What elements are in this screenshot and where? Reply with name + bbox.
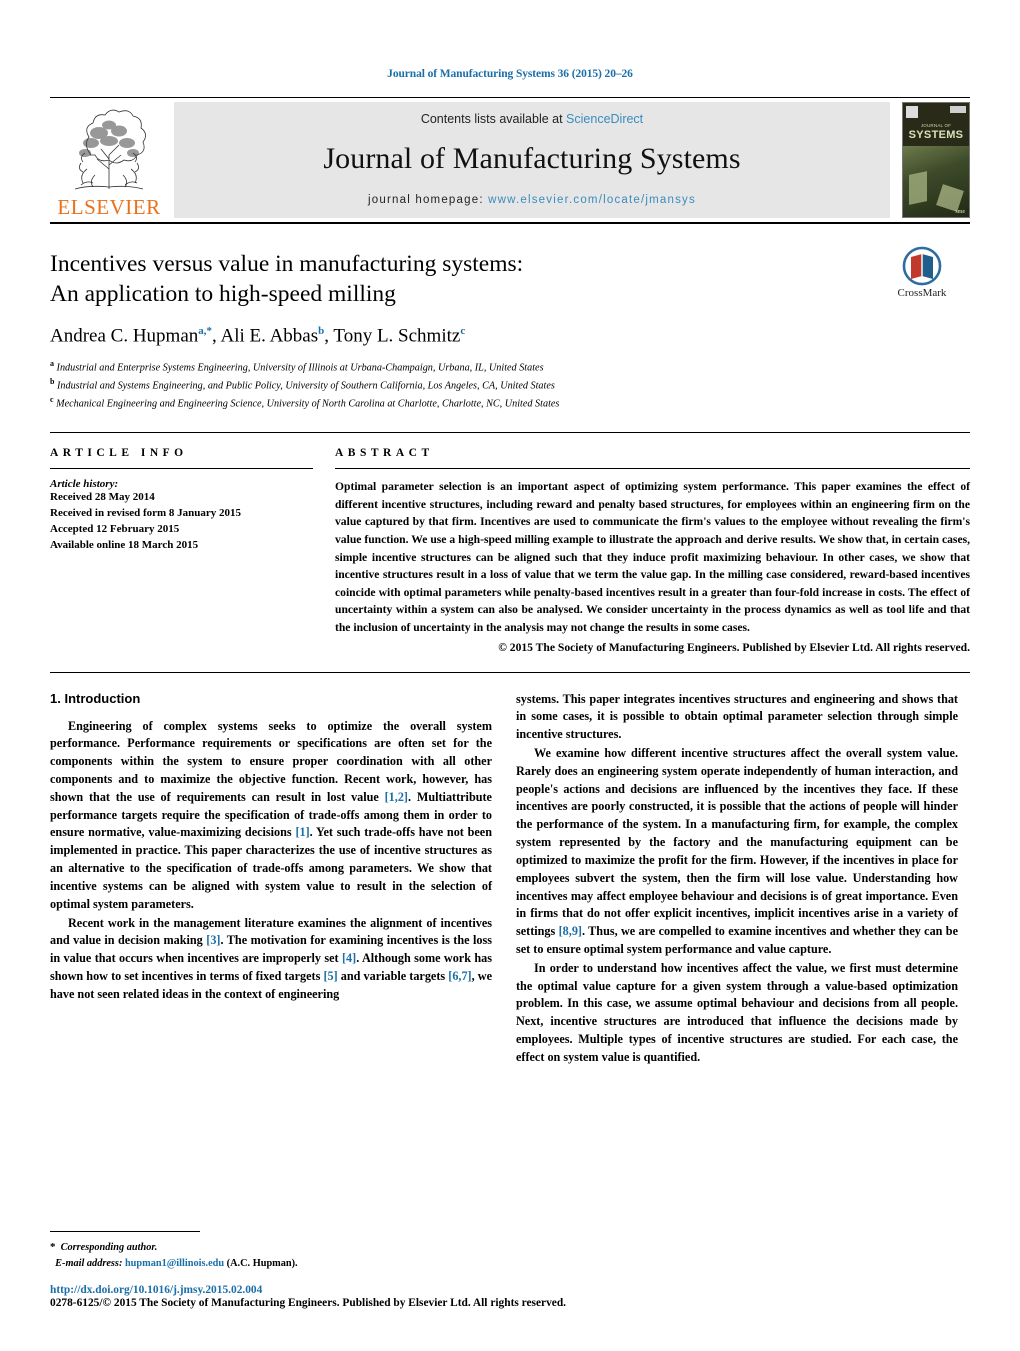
journal-masthead: ELSEVIER Contents lists available at Sci… [50, 98, 970, 222]
paragraph: Recent work in the management literature… [50, 915, 492, 1001]
info-abstract-row: ARTICLE INFO Article history: Received 2… [50, 433, 970, 654]
doi-link[interactable]: http://dx.doi.org/10.1016/j.jmsy.2015.02… [50, 1284, 950, 1296]
journal-homepage-line: journal homepage: www.elsevier.com/locat… [368, 194, 696, 206]
masthead-center: Contents lists available at ScienceDirec… [174, 102, 890, 218]
author-list: Andrea C. Hupmana,*, Ali E. Abbasb, Tony… [50, 325, 466, 347]
abstract-heading: ABSTRACT [335, 447, 434, 460]
author-name[interactable]: Andrea C. Hupman [50, 325, 198, 346]
cover-line1: JOURNAL OF [920, 123, 952, 128]
body-column-left: 1. Introduction Engineering of complex s… [50, 691, 492, 1068]
article-info-rule [50, 468, 313, 470]
affiliation-list: a Industrial and Enterprise Systems Engi… [50, 358, 970, 412]
citation-ref[interactable]: [1,2] [385, 790, 408, 804]
article-info-column: ARTICLE INFO Article history: Received 2… [50, 447, 335, 653]
journal-title: Journal of Manufacturing Systems [323, 142, 741, 175]
article-info-heading: ARTICLE INFO [50, 447, 188, 460]
email-link[interactable]: hupman1@illinois.edu [125, 1258, 224, 1269]
citation-ref[interactable]: [1] [295, 825, 309, 839]
paragraph: systems. This paper integrates incentive… [516, 691, 958, 742]
email-suffix: (A.C. Hupman). [224, 1257, 298, 1269]
page-title: Incentives versus value in manufacturing… [50, 249, 710, 309]
affiliation-item: b Industrial and Systems Engineering, an… [50, 376, 970, 394]
author-affil-marker[interactable]: a,* [198, 325, 212, 337]
abstract-column: ABSTRACT Optimal parameter selection is … [335, 447, 970, 654]
email-label: E-mail address: [55, 1257, 123, 1269]
corresponding-author-text: Corresponding author. [60, 1242, 158, 1254]
history-received: Received 28 May 2014 [50, 491, 155, 504]
citation-ref[interactable]: [6,7] [448, 969, 471, 983]
title-line-1: Incentives versus value in manufacturing… [50, 251, 524, 277]
paragraph: In order to understand how incentives af… [516, 960, 958, 1064]
article-page: Journal of Manufacturing Systems 36 (201… [0, 0, 1020, 1351]
history-available-online: Available online 18 March 2015 [50, 538, 199, 551]
affiliation-marker: c [50, 395, 54, 405]
cover-line2: SYSTEMS [908, 129, 964, 141]
affiliation-text: Mechanical Engineering and Engineering S… [56, 398, 560, 410]
citation-ref[interactable]: [8,9] [559, 924, 582, 938]
homepage-url-link[interactable]: www.elsevier.com/locate/jmansys [488, 194, 696, 206]
section-heading-introduction: 1. Introduction [50, 690, 141, 706]
author-affil-marker[interactable]: c [460, 325, 465, 337]
body-columns: 1. Introduction Engineering of complex s… [50, 673, 970, 1068]
affiliation-marker: a [50, 359, 54, 369]
history-revised: Received in revised form 8 January 2015 [50, 507, 242, 520]
email-note: E-mail address: hupman1@illinois.edu (A.… [50, 1256, 492, 1271]
affiliation-text: Industrial and Enterprise Systems Engine… [56, 362, 544, 374]
affiliation-text: Industrial and Systems Engineering, and … [57, 380, 555, 392]
body-column-right: systems. This paper integrates incentive… [516, 691, 958, 1068]
running-head: Journal of Manufacturing Systems 36 (201… [387, 68, 633, 80]
crossmark-icon [902, 246, 942, 286]
homepage-prefix: journal homepage: [368, 194, 489, 206]
title-line-2: An application to high-speed milling [50, 281, 396, 308]
elsevier-logo: ELSEVIER [50, 98, 168, 222]
issn-copyright-line: 0278-6125/© 2015 The Society of Manufact… [50, 1297, 567, 1309]
elsevier-wordmark: ELSEVIER [57, 195, 161, 219]
sciencedirect-link[interactable]: ScienceDirect [566, 112, 643, 126]
abstract-copyright: © 2015 The Society of Manufacturing Engi… [498, 640, 970, 654]
abstract-text: Optimal parameter selection is an import… [335, 480, 970, 634]
affiliation-marker: b [50, 377, 55, 387]
journal-cover-thumbnail: JOURNAL OF SYSTEMS sme [902, 102, 970, 218]
page-footer: http://dx.doi.org/10.1016/j.jmsy.2015.02… [50, 1284, 950, 1309]
author-name[interactable]: Ali E. Abbas [220, 325, 318, 346]
footnote-block: * Corresponding author. E-mail address: … [50, 1231, 492, 1271]
asterisk-icon: * [50, 1241, 56, 1254]
abstract-rule [335, 468, 970, 470]
citation-ref[interactable]: [4] [342, 951, 356, 965]
paragraph: Engineering of complex systems seeks to … [50, 718, 492, 911]
contents-prefix: Contents lists available at [420, 112, 567, 126]
crossmark-badge[interactable]: CrossMark [874, 246, 970, 299]
title-block: CrossMark Incentives versus value in man… [50, 224, 970, 412]
footnote-rule [50, 1231, 200, 1233]
history-accepted: Accepted 12 February 2015 [50, 522, 180, 535]
citation-ref[interactable]: [3] [206, 933, 220, 947]
paragraph: We examine how different incentive struc… [516, 746, 958, 956]
crossmark-label: CrossMark [897, 287, 947, 299]
contents-available-line: Contents lists available at ScienceDirec… [421, 112, 643, 126]
citation-ref[interactable]: [5] [323, 969, 337, 983]
author-name[interactable]: Tony L. Schmitz [333, 325, 460, 346]
affiliation-item: a Industrial and Enterprise Systems Engi… [50, 358, 970, 376]
elsevier-tree-icon [74, 109, 146, 190]
article-history-label: Article history: [50, 478, 119, 491]
affiliation-item: c Mechanical Engineering and Engineering… [50, 394, 970, 412]
author-affil-marker[interactable]: b [318, 325, 324, 337]
corresponding-author-note: * Corresponding author. [50, 1239, 492, 1256]
